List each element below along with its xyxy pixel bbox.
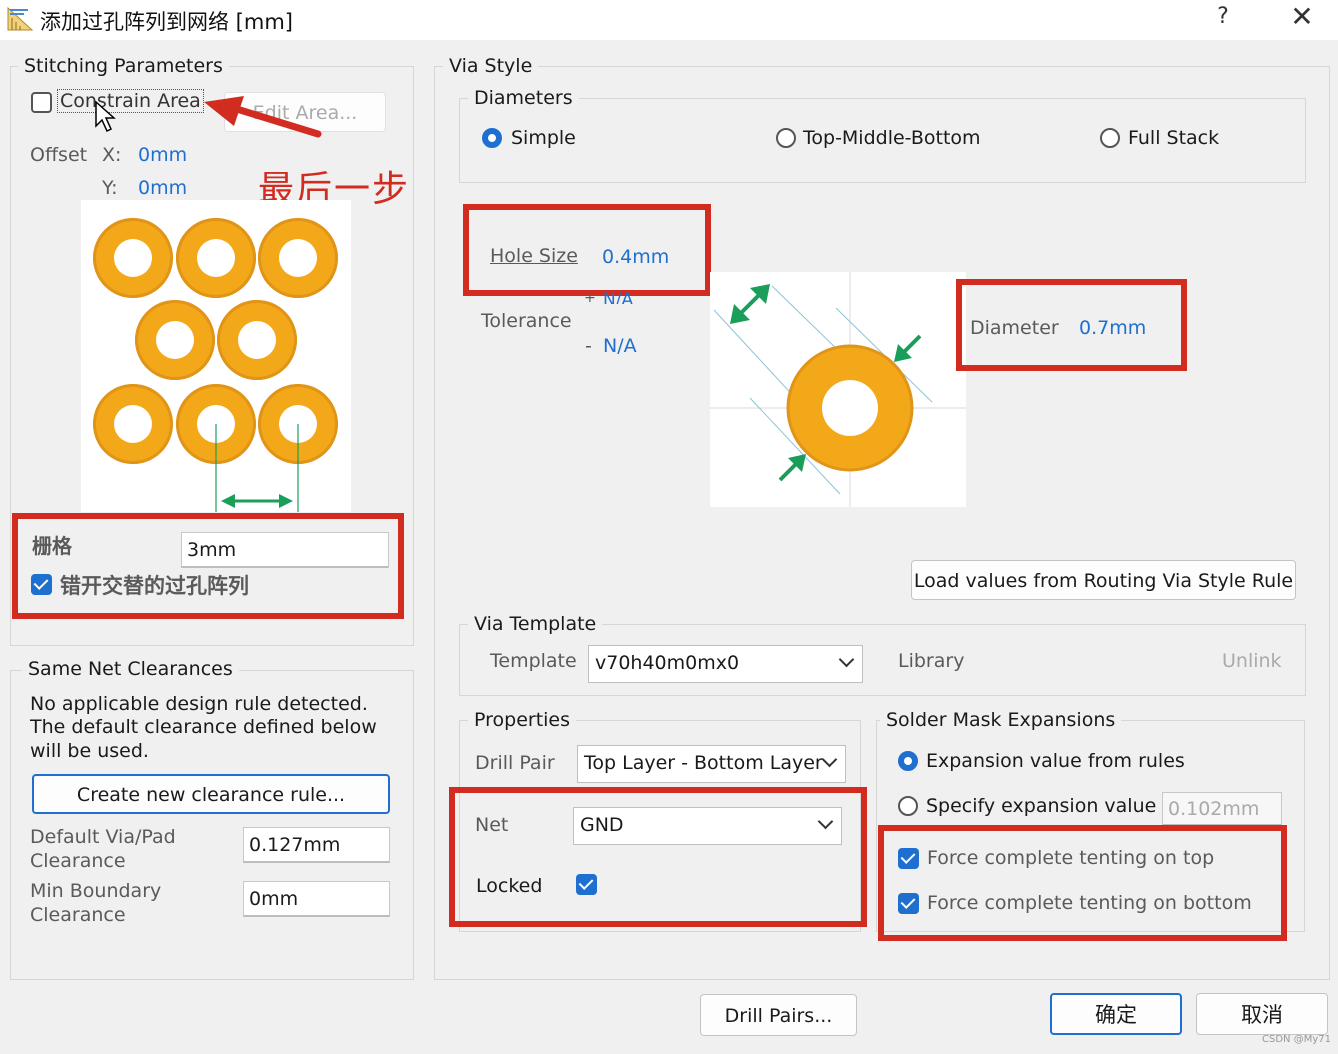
template-select[interactable]: v70h40m0mx0: [588, 645, 863, 683]
via-template-legend: Via Template: [468, 613, 603, 635]
help-button[interactable]: ?: [1205, 4, 1241, 34]
offset-y-value[interactable]: 0mm: [138, 177, 187, 199]
clearance-message-line1: No applicable design rule detected.: [30, 693, 368, 715]
hole-size-label: Hole Size: [490, 245, 578, 267]
tent-bottom-label: Force complete tenting on bottom: [927, 892, 1252, 914]
drill-pair-select[interactable]: Top Layer - Bottom Layer: [577, 745, 846, 783]
template-select-value: v70h40m0mx0: [595, 652, 740, 674]
drill-pairs-button[interactable]: Drill Pairs...: [700, 994, 857, 1036]
default-clearance-input[interactable]: 0.127mm: [243, 827, 390, 863]
clearance-message-line2: The default clearance defined below: [30, 716, 377, 738]
locked-checkbox[interactable]: [576, 874, 597, 895]
template-label: Template: [490, 650, 577, 672]
offset-y-label: Y:: [102, 177, 118, 199]
stagger-checkbox[interactable]: [31, 574, 52, 595]
radio-full-stack[interactable]: [1100, 128, 1120, 148]
chevron-down-icon: [838, 651, 855, 668]
offset-x-value[interactable]: 0mm: [138, 144, 187, 166]
chevron-down-icon: [817, 813, 834, 830]
create-clearance-rule-button[interactable]: Create new clearance rule...: [32, 774, 390, 814]
radio-tmb-label: Top-Middle-Bottom: [803, 127, 981, 149]
drill-pair-label: Drill Pair: [475, 752, 555, 774]
unlink-button[interactable]: Unlink: [1222, 650, 1282, 672]
offset-label: Offset: [30, 144, 88, 166]
constrain-area-label: Constrain Area: [57, 89, 204, 113]
hole-size-value[interactable]: 0.4mm: [602, 246, 669, 268]
specify-expansion-input[interactable]: 0.102mm: [1162, 792, 1282, 826]
tolerance-plus-sign: +: [584, 290, 596, 306]
properties-legend: Properties: [468, 709, 577, 731]
constrain-area-checkbox[interactable]: [31, 92, 52, 113]
library-label: Library: [898, 650, 965, 672]
diameter-label: Diameter: [970, 317, 1059, 339]
close-button[interactable]: ✕: [1282, 0, 1322, 36]
min-boundary-label-2: Clearance: [30, 904, 126, 926]
via-array-preview: [81, 200, 351, 512]
radio-full-stack-label: Full Stack: [1128, 127, 1220, 149]
tent-top-checkbox[interactable]: [898, 848, 919, 869]
stagger-label: 错开交替的过孔阵列: [60, 574, 249, 598]
offset-x-label: X:: [102, 144, 122, 166]
grid-label: 栅格: [32, 534, 72, 558]
tent-top-label: Force complete tenting on top: [927, 847, 1215, 869]
radio-simple-label: Simple: [511, 127, 576, 149]
window-title: 添加过孔阵列到网络 [mm]: [40, 10, 293, 34]
tolerance-minus-sign: -: [585, 335, 592, 357]
clearance-message-line3: will be used.: [30, 740, 149, 762]
diameters-legend: Diameters: [468, 87, 579, 109]
app-icon: [7, 6, 34, 31]
radio-top-middle-bottom[interactable]: [776, 128, 796, 148]
tent-bottom-checkbox[interactable]: [898, 893, 919, 914]
specify-expansion-label: Specify expansion value: [926, 795, 1157, 817]
pitch-dimension-icon: [215, 424, 299, 512]
locked-label: Locked: [476, 875, 543, 897]
ok-button[interactable]: 确定: [1050, 993, 1182, 1035]
radio-expansion-from-rules[interactable]: [898, 751, 918, 771]
load-via-style-rule-button[interactable]: Load values from Routing Via Style Rule: [911, 560, 1296, 600]
default-clearance-label-2: Clearance: [30, 850, 126, 872]
min-boundary-input[interactable]: 0mm: [243, 881, 390, 917]
expansion-from-rules-label: Expansion value from rules: [926, 750, 1185, 772]
stitching-legend: Stitching Parameters: [18, 55, 229, 77]
net-label: Net: [475, 814, 509, 836]
net-select[interactable]: GND: [573, 807, 842, 845]
watermark: CSDN @My71: [1262, 1034, 1331, 1045]
chevron-down-icon: [821, 751, 838, 768]
radio-simple[interactable]: [482, 128, 502, 148]
solder-mask-legend: Solder Mask Expansions: [880, 709, 1122, 731]
drill-pair-select-value: Top Layer - Bottom Layer: [584, 752, 823, 774]
annotation-arrow-icon: [204, 96, 322, 138]
grid-input[interactable]: 3mm: [181, 532, 389, 568]
cancel-button[interactable]: 取消: [1196, 993, 1328, 1035]
net-select-value: GND: [580, 814, 624, 836]
via-diagram: [710, 272, 966, 507]
min-boundary-label-1: Min Boundary: [30, 880, 162, 902]
clearances-legend: Same Net Clearances: [22, 658, 239, 680]
tenting-highlight-box: [878, 825, 1287, 941]
radio-specify-expansion[interactable]: [898, 796, 918, 816]
tolerance-plus-value[interactable]: N/A: [603, 290, 633, 304]
mouse-cursor-icon: [95, 100, 116, 133]
via-style-legend: Via Style: [443, 55, 539, 77]
default-clearance-label-1: Default Via/Pad: [30, 826, 176, 848]
tolerance-label: Tolerance: [481, 310, 572, 332]
diameter-value[interactable]: 0.7mm: [1079, 317, 1146, 339]
via-dimension-diagram: [710, 272, 966, 507]
tolerance-minus-value[interactable]: N/A: [603, 335, 637, 357]
